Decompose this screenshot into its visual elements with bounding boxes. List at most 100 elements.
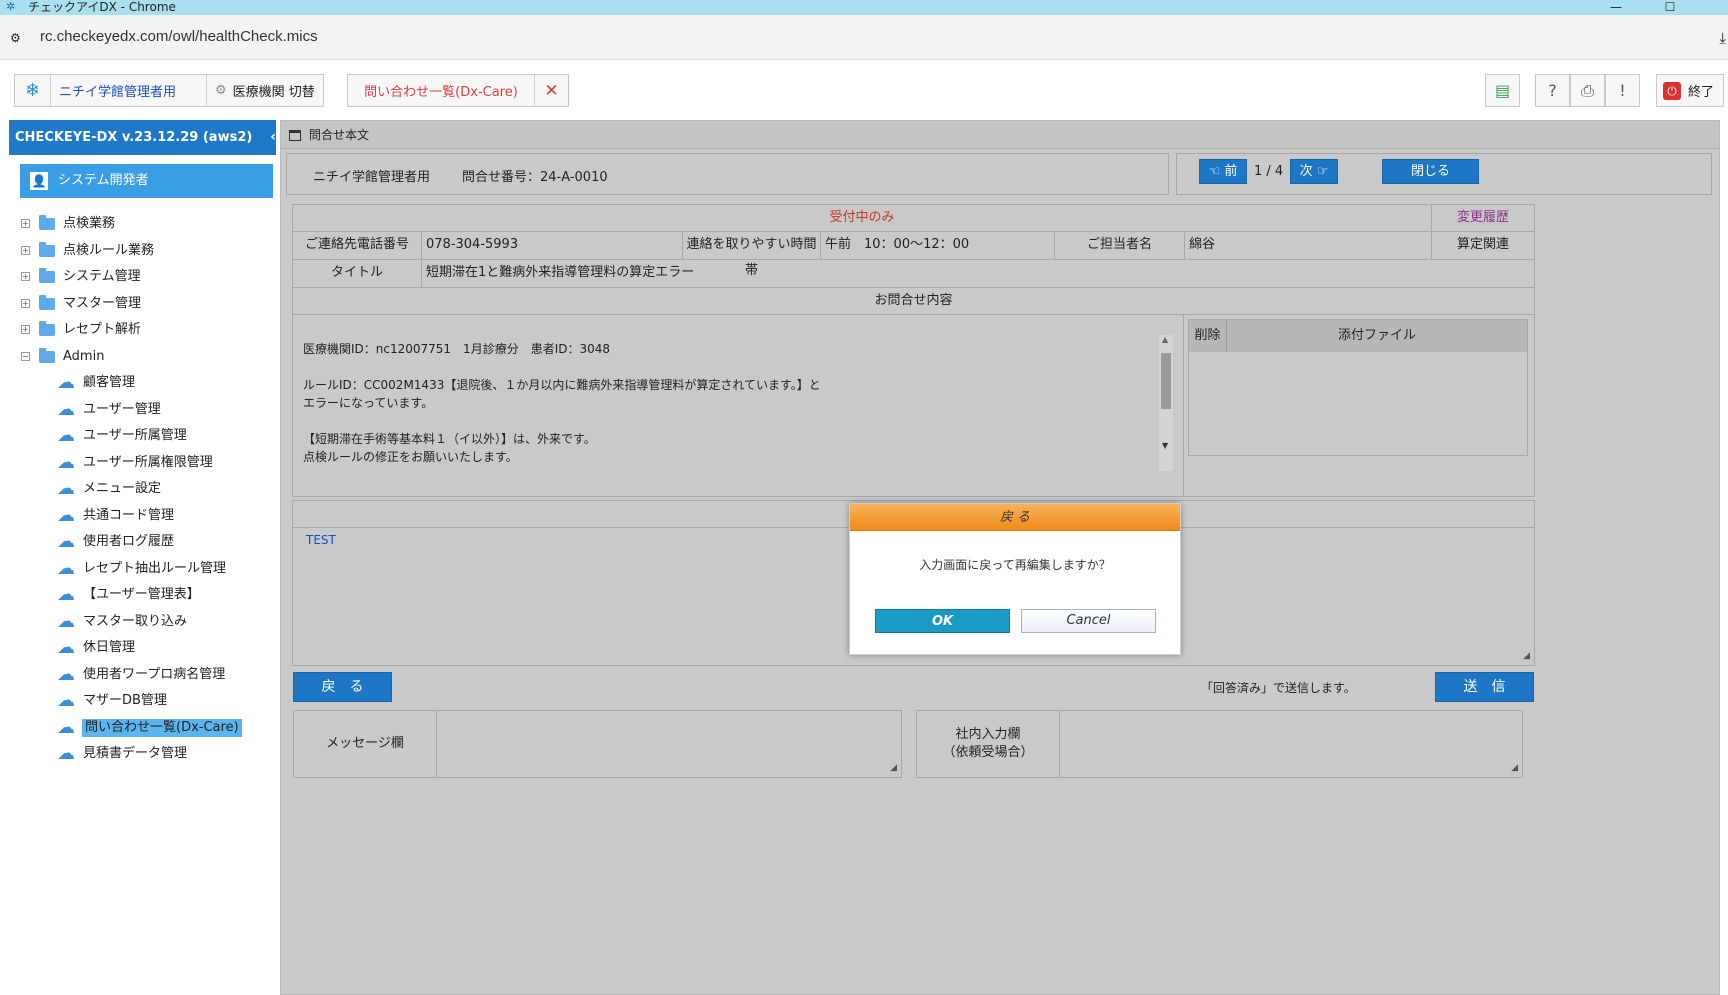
layout-icon[interactable]: ▤ [1485, 74, 1520, 107]
app-logo-icon: ✲ [6, 0, 16, 13]
title-value: 短期滞在1と難病外来指導管理料の算定エラー [421, 259, 1535, 288]
prev-button[interactable]: ☜ 前 [1199, 159, 1247, 184]
tree-item-receipt-rule[interactable]: ☁ レセプト抽出ルール管理 [9, 556, 284, 583]
next-button[interactable]: 次 ☞ [1290, 159, 1338, 184]
cloud-icon: ☁ [57, 504, 75, 526]
person-label: ご担当者名 [1054, 231, 1185, 260]
tree-folder-label: 点検ルール業務 [63, 242, 155, 258]
category-value: 算定関連 [1431, 231, 1535, 260]
tree-folder-label: マスター管理 [63, 295, 142, 311]
tree-folder-admin[interactable]: − Admin [9, 344, 284, 371]
tree-item-user-table[interactable]: ☁ 【ユーザー管理表】 [9, 582, 284, 609]
tree-item-holiday[interactable]: ☁ 休日管理 [9, 635, 284, 662]
back-button[interactable]: 戻 る [293, 672, 392, 702]
cloud-icon: ☁ [57, 716, 75, 738]
tree-item-customer[interactable]: ☁ 顧客管理 [9, 370, 284, 397]
tree-item-user[interactable]: ☁ ユーザー管理 [9, 397, 284, 424]
phone-label: ご連絡先電話番号 [292, 231, 422, 260]
close-tab-icon[interactable]: ✕ [535, 75, 568, 106]
expand-icon[interactable]: + [21, 272, 30, 281]
current-user-name: システム開発者 [58, 173, 149, 188]
change-history-link[interactable]: 変更履歴 [1431, 204, 1535, 232]
internal-label-line1: 社内入力欄 [955, 727, 1021, 742]
url-field[interactable]: rc.checkeyedx.com/owl/healthCheck.mics [40, 28, 318, 45]
page-indicator: 1 / 4 [1254, 164, 1284, 179]
cancel-button[interactable]: Cancel [1021, 609, 1156, 633]
internal-label-line2: （依頼受場合） [942, 745, 1034, 760]
tree-item-menu-settings[interactable]: ☁ メニュー設定 [9, 476, 284, 503]
tree-item-common-code[interactable]: ☁ 共通コード管理 [9, 503, 284, 530]
gear-icon: ⚙ [215, 83, 227, 98]
collapse-icon[interactable]: − [21, 351, 30, 361]
tree-folder-inspection-rules[interactable]: + 点検ルール業務 [9, 238, 284, 265]
tree-folder-receipt[interactable]: + レセプト解析 [9, 317, 284, 344]
send-button[interactable]: 送 信 [1435, 672, 1534, 702]
panel-header: 問合せ本文 [281, 121, 1719, 149]
tree-folder-master[interactable]: + マスター管理 [9, 291, 284, 318]
print-icon[interactable]: ⎙ [1570, 74, 1605, 107]
content-line: ルールID：CC002M1433【退院後、１か月以内に難病外来指導管理料が算定さ… [303, 378, 821, 392]
scroll-up-icon[interactable]: ▲ [1162, 335, 1168, 344]
tree-item-user-permission[interactable]: ☁ ユーザー所属権限管理 [9, 450, 284, 477]
expand-icon[interactable]: + [21, 325, 30, 334]
confirm-dialog: 戻 る 入力画面に戻って再編集しますか？ OK Cancel [849, 503, 1181, 655]
cloud-icon: ☁ [57, 557, 75, 579]
help-icon[interactable]: ? [1535, 74, 1570, 107]
app-toolbar: ❄ ニチイ学館管理者用 ⚙ 医療機関 切替 問い合わせ一覧(Dx-Care) ✕… [0, 60, 1728, 118]
alert-icon[interactable]: ! [1605, 74, 1640, 107]
internal-field[interactable]: ◢ [1059, 710, 1523, 778]
expand-icon[interactable]: + [21, 219, 30, 228]
maximize-button[interactable]: ☐ [1650, 0, 1690, 15]
tree-item-inquiry-list[interactable]: ☁ 問い合わせ一覧(Dx-Care) [9, 715, 284, 742]
inquiry-tab[interactable]: 問い合わせ一覧(Dx-Care) ✕ [347, 74, 569, 107]
site-settings-icon[interactable]: ⚙ [10, 31, 26, 45]
tree-item-master-import[interactable]: ☁ マスター取り込み [9, 609, 284, 636]
tree-item-label: 休日管理 [83, 640, 136, 655]
content-line [303, 358, 821, 376]
content-line: 医療機関ID：nc12007751 1月診療分 患者ID：3048 [303, 342, 611, 356]
expand-icon[interactable]: + [21, 298, 30, 308]
exit-label: 終了 [1688, 85, 1715, 100]
content-scrollbar[interactable]: ▲ ▼ [1159, 335, 1173, 471]
person-value: 綿谷 [1184, 231, 1432, 260]
tree-item-user-affiliation[interactable]: ☁ ユーザー所属管理 [9, 423, 284, 450]
ok-button[interactable]: OK [875, 609, 1010, 633]
exit-button[interactable]: ⏻ 終了 [1656, 74, 1724, 107]
tree-folder-inspection[interactable]: + 点検業務 [9, 211, 284, 238]
user-switch-group: ❄ ニチイ学館管理者用 ⚙ 医療機関 切替 [14, 74, 324, 107]
resize-handle-icon[interactable]: ◢ [1523, 652, 1530, 661]
attachment-file-header: 添付ファイル [1337, 328, 1416, 343]
content-line: エラーになっています。 [303, 396, 434, 410]
close-button[interactable]: 閉じる [1382, 159, 1479, 184]
content-line: 点検ルールの修正をお願いいたします。 [303, 450, 518, 464]
tree-item-estimate[interactable]: ☁ 見積書データ管理 [9, 741, 284, 768]
contact-time-label: 連絡を取りやすい時間帯 [682, 231, 821, 278]
internal-label: 社内入力欄 （依頼受場合） [916, 710, 1060, 778]
tree-item-usage-log[interactable]: ☁ 使用者ログ履歴 [9, 529, 284, 556]
panel-title: 問合せ本文 [309, 128, 370, 142]
inquiry-tab-label[interactable]: 問い合わせ一覧(Dx-Care) [348, 75, 535, 106]
switch-institution-button[interactable]: ⚙ 医療機関 切替 [207, 75, 323, 106]
tree-folder-system[interactable]: + システム管理 [9, 264, 284, 291]
status-cell: 受付中のみ [292, 204, 1432, 232]
folder-icon [39, 321, 55, 336]
tree-item-disease-name[interactable]: ☁ 使用者ワープロ病名管理 [9, 662, 284, 689]
reply-text: TEST [306, 533, 336, 547]
tree-item-mother-db[interactable]: ☁ マザーDB管理 [9, 688, 284, 715]
scroll-down-icon[interactable]: ▼ [1162, 441, 1168, 450]
tree-item-label: 見積書データ管理 [83, 746, 188, 761]
scrollbar-thumb[interactable] [1161, 353, 1171, 409]
phone-value: 078-304-5993 [421, 231, 683, 260]
message-field[interactable]: ◢ [436, 710, 902, 778]
cloud-icon: ☁ [57, 451, 75, 473]
resize-handle-icon[interactable]: ◢ [890, 764, 897, 773]
current-user[interactable]: 👤 システム開発者 [20, 164, 273, 198]
tree-item-label: 使用者ワープロ病名管理 [83, 666, 226, 682]
tree-item-label: マザーDB管理 [83, 693, 167, 708]
expand-icon[interactable]: + [21, 245, 30, 255]
user-link[interactable]: ニチイ学館管理者用 [51, 75, 207, 106]
minimize-button[interactable]: — [1596, 0, 1636, 15]
download-icon[interactable]: ⤓ [1719, 29, 1726, 47]
cloud-icon: ☁ [57, 531, 75, 552]
resize-handle-icon[interactable]: ◢ [1511, 764, 1518, 773]
